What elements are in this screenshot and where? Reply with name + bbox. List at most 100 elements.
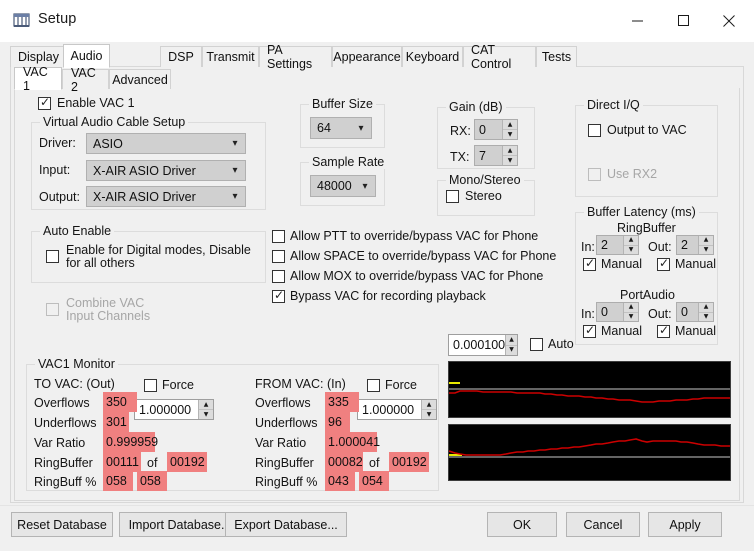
check-icon: ✓ [659,323,670,337]
ringbuffer-heading: RingBuffer [617,221,676,235]
apply-button[interactable]: Apply [648,512,722,537]
buffer-size-combo[interactable]: 64 ▾ [310,117,372,139]
driver-combo[interactable]: ASIO ▾ [86,133,246,154]
allow-ptt-checkbox[interactable] [272,230,285,243]
tab-appearance[interactable]: Appearance [332,46,402,67]
ringbuffer-in-manual-checkbox[interactable]: ✓ [583,257,596,271]
to-vac-overflows-value: 350 [103,392,137,412]
main-tab-strip: General Audio Display DSP Transmit PA Se… [10,43,744,71]
output-label: Output: [39,190,80,204]
check-icon: ✓ [659,256,670,270]
allow-space-checkbox[interactable] [272,250,285,263]
gain-rx-spinner[interactable]: 0 ▲ ▼ [474,119,518,140]
from-vac-force-label: Force [385,378,417,392]
tab-transmit[interactable]: Transmit [202,46,259,67]
auto-enable-checkbox[interactable] [46,250,59,263]
rate-control-spinner[interactable]: 0.000100 ▲ ▼ [448,334,518,356]
from-vac-force-value: 1.000000 [362,402,415,417]
spinner-arrows[interactable]: ▲ ▼ [502,146,517,165]
bypass-vac-recording-label: Bypass VAC for recording playback [290,289,486,303]
subtab-vac1[interactable]: VAC 1 [14,65,62,93]
combine-vac-checkbox[interactable] [46,303,59,316]
to-vac-ringbuffer-of: of [147,456,158,470]
stereo-checkbox[interactable] [446,190,459,203]
spinner-arrows[interactable]: ▲ ▼ [502,120,517,139]
spinner-arrows[interactable]: ▲ ▼ [623,236,638,254]
portaudio-out-manual-label: Manual [675,324,716,338]
auto-enable-title: Auto Enable [40,224,115,238]
ringbuffer-out-spinner[interactable]: 2 ▲ ▼ [676,235,714,255]
maximize-button[interactable] [660,0,706,41]
ringbuffer-in-spinner[interactable]: 2 ▲ ▼ [596,235,639,255]
use-rx2-checkbox[interactable] [588,168,601,181]
input-combo[interactable]: X-AIR ASIO Driver ▾ [86,160,246,181]
portaudio-in-manual-checkbox[interactable]: ✓ [583,324,596,338]
ringbuffer-in-value: 2 [601,238,608,252]
spinner-arrows[interactable]: ▲ ▼ [198,400,213,419]
tab-audio[interactable]: Audio [63,44,110,68]
allow-mox-checkbox[interactable] [272,270,285,283]
ringbuffer-out-manual-label: Manual [675,257,716,271]
tab-pa-settings[interactable]: PA Settings [259,43,332,71]
to-vac-ringbuffpct-b: 058 [137,471,167,491]
subtab-vac2[interactable]: VAC 2 [62,66,109,94]
portaudio-out-manual-checkbox[interactable]: ✓ [657,323,670,338]
bypass-vac-recording-checkbox[interactable]: ✓ [272,288,285,303]
cancel-button[interactable]: Cancel [566,512,640,537]
spinner-arrows[interactable]: ▲ ▼ [698,236,713,254]
allow-mox-label: Allow MOX to override/bypass VAC for Pho… [290,269,544,283]
spinner-arrows[interactable]: ▲ ▼ [623,303,638,321]
combine-vac-label-line1: Combine VAC [66,296,145,310]
minimize-button[interactable] [614,0,660,41]
from-vac-force-checkbox[interactable] [367,379,380,392]
title-bar: Setup [0,0,754,42]
from-vac-ringbuffpct-label: RingBuff % [255,475,318,489]
from-vac-underflows-label: Underflows [255,416,318,430]
check-icon: ✓ [274,288,285,302]
output-combo[interactable]: X-AIR ASIO Driver ▾ [86,186,246,207]
reset-database-button[interactable]: Reset Database [11,512,113,537]
ok-button[interactable]: OK [487,512,557,537]
setup-window: Setup General Audio Display DSP Transmit… [0,0,754,551]
portaudio-in-label: In: [581,307,595,321]
from-vac-ringbuffer-label: RingBuffer [255,456,314,470]
ringbuffer-out-manual-checkbox[interactable]: ✓ [657,256,670,271]
tab-cat-control[interactable]: CAT Control [463,43,536,71]
portaudio-out-label: Out: [648,307,672,321]
use-rx2-label: Use RX2 [607,167,658,181]
output-to-vac-label: Output to VAC [607,123,687,137]
to-vac-ringbuffer-label: RingBuffer [34,456,93,470]
from-vac-heading: FROM VAC: (In) [255,377,346,391]
subtab-advanced[interactable]: Advanced [109,69,171,89]
sample-rate-combo[interactable]: 48000 ▾ [310,175,376,197]
tab-tests[interactable]: Tests [536,46,577,67]
tab-dsp[interactable]: DSP [160,46,202,67]
enable-vac1-checkbox[interactable]: ✓ [38,96,51,110]
tab-keyboard[interactable]: Keyboard [402,46,463,67]
input-combo-value: X-AIR ASIO Driver [93,163,196,178]
spinner-arrows[interactable]: ▲ ▼ [421,400,436,419]
to-vac-varratio-value: 0.999959 [103,432,158,452]
portaudio-in-spinner[interactable]: 0 ▲ ▼ [596,302,639,322]
to-vac-force-checkbox[interactable] [144,379,157,392]
from-vac-ringbuffer-value: 00082 [325,452,363,472]
sample-rate-title: Sample Rate [309,155,388,169]
to-vac-force-spinner[interactable]: 1.000000 ▲ ▼ [134,399,214,420]
gain-tx-spinner[interactable]: 7 ▲ ▼ [474,145,518,166]
export-database-button[interactable]: Export Database... [225,512,347,537]
close-button[interactable] [706,0,752,41]
from-vac-force-spinner[interactable]: 1.000000 ▲ ▼ [357,399,437,420]
import-database-button[interactable]: Import Database... [119,512,241,537]
spinner-arrows[interactable]: ▲ ▼ [505,335,517,355]
auto-rate-checkbox[interactable] [530,338,543,351]
chevron-down-icon: ▾ [232,191,238,202]
gain-tx-label: TX: [450,150,470,164]
gain-rx-label: RX: [450,124,471,138]
output-to-vac-checkbox[interactable] [588,124,601,137]
ringbuffer-out-value: 2 [681,238,688,252]
gain-title: Gain (dB) [446,100,506,114]
footer-separator [0,505,754,506]
to-vac-force-label: Force [162,378,194,392]
portaudio-out-spinner[interactable]: 0 ▲ ▼ [676,302,714,322]
spinner-arrows[interactable]: ▲ ▼ [698,303,713,321]
